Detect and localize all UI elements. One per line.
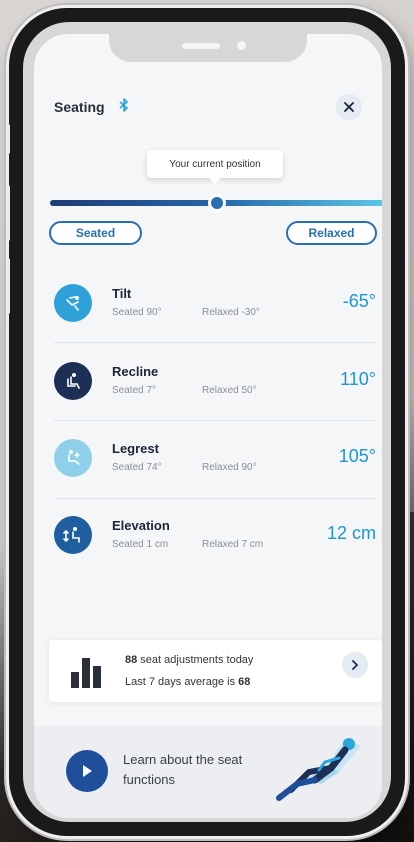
relaxed-value: Relaxed 90°	[202, 462, 257, 473]
learn-section[interactable]: Learn about the seat functions	[34, 726, 382, 818]
play-icon	[83, 765, 92, 777]
app-screen: Seating Your current position Seated Rel…	[34, 34, 382, 818]
adjustments-suffix: seat adjustments today	[137, 654, 254, 666]
phone-side-button	[6, 258, 10, 314]
weekly-average: Last 7 days average is 68	[125, 676, 250, 688]
chevron-right-icon	[352, 660, 359, 670]
current-value: -65°	[342, 291, 376, 311]
function-name: Recline	[112, 364, 159, 379]
relaxed-value: Relaxed 7 cm	[202, 539, 264, 550]
recline-icon	[54, 362, 92, 400]
divider	[54, 420, 376, 421]
seated-value: Seated 7°	[112, 385, 157, 396]
header: Seating	[54, 98, 129, 115]
current-position-tooltip: Your current position	[147, 150, 283, 184]
position-slider-thumb[interactable]	[208, 194, 226, 212]
seated-button[interactable]: Seated	[49, 221, 142, 245]
function-name: Legrest	[112, 441, 159, 456]
adjustments-details-button[interactable]	[342, 652, 368, 678]
relaxed-value: Relaxed -30°	[202, 307, 260, 318]
average-prefix: Last 7 days average is	[125, 676, 239, 688]
function-name: Tilt	[112, 286, 132, 301]
tilt-icon	[54, 284, 92, 322]
adjustments-count: 88	[125, 654, 138, 666]
learn-text: Learn about the seat functions	[123, 752, 243, 787]
close-icon	[344, 102, 354, 112]
relaxed-button[interactable]: Relaxed	[286, 221, 377, 245]
phone-side-button	[6, 185, 10, 241]
elevation-icon	[54, 516, 92, 554]
function-name: Elevation	[112, 518, 170, 533]
relaxed-value: Relaxed 50°	[202, 385, 257, 396]
current-value: 12 cm	[326, 523, 376, 543]
phone-notch	[109, 34, 307, 62]
divider	[54, 342, 376, 343]
camera-dot	[237, 41, 246, 50]
current-value: 110°	[340, 369, 376, 389]
adjustments-today: 88 seat adjustments today	[125, 654, 253, 666]
seated-value: Seated 90°	[112, 307, 162, 318]
function-row-legrest[interactable]: Legrest Seated 74° Relaxed 90° 105°	[54, 424, 376, 494]
divider	[54, 498, 376, 499]
function-row-elevation[interactable]: Elevation Seated 1 cm Relaxed 7 cm 12 cm	[54, 501, 376, 571]
seated-value: Seated 1 cm	[112, 539, 169, 550]
seated-value: Seated 74°	[112, 462, 162, 473]
average-value: 68	[238, 676, 251, 688]
function-row-tilt[interactable]: Tilt Seated 90° Relaxed -30° -65°	[54, 269, 376, 339]
reclining-person-illustration	[276, 738, 361, 801]
bar-chart-icon	[71, 656, 105, 688]
page-title: Seating	[54, 98, 105, 115]
legrest-icon	[54, 439, 92, 477]
phone-side-button	[6, 124, 10, 154]
adjustments-card[interactable]: 88 seat adjustments today Last 7 days av…	[49, 640, 382, 702]
bluetooth-icon	[119, 98, 129, 115]
play-button[interactable]	[66, 750, 108, 792]
function-row-recline[interactable]: Recline Seated 7° Relaxed 50° 110°	[54, 347, 376, 417]
current-value: 105°	[338, 446, 376, 466]
speaker-grille	[182, 43, 220, 49]
close-button[interactable]	[336, 94, 362, 120]
